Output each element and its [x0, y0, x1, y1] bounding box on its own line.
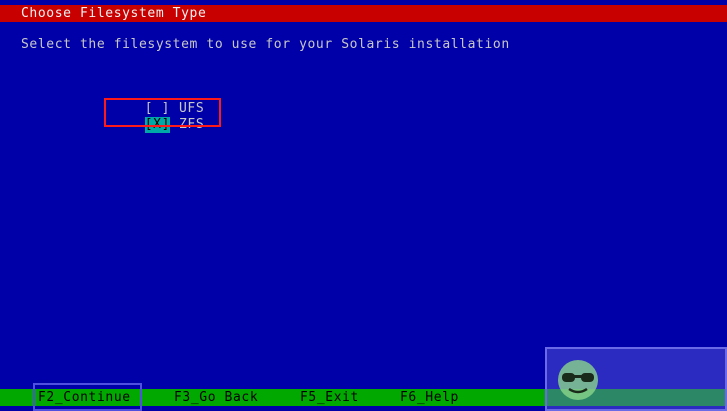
screen-title: Choose Filesystem Type [21, 6, 207, 21]
continue-highlight-box [33, 383, 142, 411]
selection-highlight-box [104, 98, 221, 127]
corner-overlay [545, 347, 727, 411]
f3-go-back-key[interactable]: F3_Go Back [174, 389, 258, 406]
title-bar: Choose Filesystem Type [0, 5, 727, 22]
f5-exit-key[interactable]: F5_Exit [300, 389, 359, 406]
sunglasses-face-icon [558, 360, 598, 400]
instruction-text: Select the filesystem to use for your So… [21, 37, 510, 52]
installer-screen: Choose Filesystem Type Select the filesy… [0, 0, 727, 411]
f6-help-key[interactable]: F6_Help [400, 389, 459, 406]
